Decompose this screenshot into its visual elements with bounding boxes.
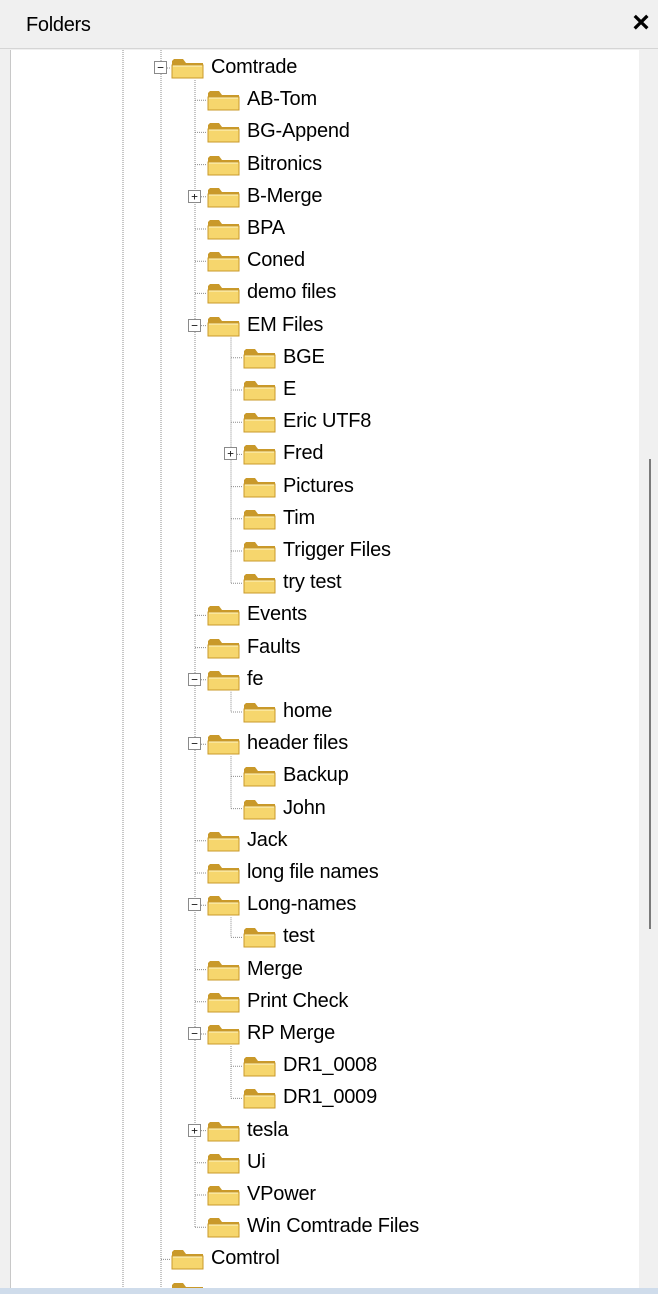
folder-label: RP Merge [247, 1022, 336, 1044]
folder-label: tesla [247, 1118, 289, 1141]
folder-label: Tim [283, 506, 315, 529]
folder-label: Comtrade [211, 56, 298, 78]
folder-icon [207, 1151, 241, 1175]
folder-icon [243, 764, 277, 788]
folder-icon [207, 958, 241, 982]
folder-icon [243, 507, 277, 531]
folder-icon [207, 1022, 241, 1046]
folder-tree[interactable]: Comtrade − AB-Tom BG-Append Bitronics B-Merge… [10, 50, 639, 1288]
folder-icon [243, 797, 277, 821]
folder-icon [207, 636, 241, 660]
folder-icon [243, 571, 277, 595]
folder-icon [207, 314, 241, 338]
folder-icon [207, 281, 241, 305]
pane-header: Folders × [0, 0, 658, 49]
folder-label: BGE [283, 345, 325, 368]
folder-label: DR1_0009 [283, 1086, 378, 1109]
folder-label: Pictures [283, 474, 354, 497]
folder-label: Ui [247, 1150, 266, 1173]
folder-icon [207, 1215, 241, 1239]
scrollbar-thumb[interactable] [649, 458, 651, 929]
folder-label: demo files [247, 281, 337, 304]
folder-icon [207, 217, 241, 241]
folder-icon [207, 120, 241, 144]
folder-label: John [283, 796, 326, 819]
folder-label: BPA [247, 217, 285, 239]
folder-label: B-Merge [247, 184, 323, 207]
folder-icon [207, 185, 241, 209]
folder-icon [207, 829, 241, 853]
expand-toggle-icon[interactable]: + [224, 447, 237, 461]
folder-label: Eric UTF8 [283, 410, 372, 433]
folder-label: Print Check [247, 989, 349, 1012]
folder-icon [207, 1119, 241, 1143]
folder-icon [207, 88, 241, 112]
folder-label: Events [247, 603, 307, 626]
collapse-toggle-icon[interactable]: − [154, 61, 167, 74]
folder-icon [207, 990, 241, 1014]
folder-icon [207, 861, 241, 885]
folder-icon [243, 539, 277, 563]
folder-label: Bitronics [247, 152, 322, 175]
folder-label: try test [283, 571, 342, 594]
folder-label: Coned [247, 249, 305, 272]
collapse-toggle-icon[interactable]: − [188, 672, 201, 686]
folder-label: fe [247, 667, 264, 690]
folder-label: DR1_0008 [283, 1054, 378, 1077]
folder-label: Jack [247, 828, 288, 851]
folder-icon [207, 732, 241, 756]
folder-icon [243, 475, 277, 499]
close-icon[interactable]: × [626, 6, 656, 40]
folder-icon [243, 410, 277, 434]
folder-icon [207, 249, 241, 273]
folder-label: Backup [283, 764, 349, 787]
folder-icon [171, 1280, 205, 1288]
folder-label: AB-Tom [247, 88, 317, 111]
expand-toggle-icon[interactable]: + [188, 189, 201, 203]
folder-label: Merge [247, 957, 303, 980]
folder-icon [243, 346, 277, 370]
collapse-toggle-icon[interactable]: − [188, 737, 201, 751]
folders-pane: Folders × Comtrade − AB-Tom BG-Append Bitron… [0, 0, 658, 1288]
folder-icon [243, 378, 277, 402]
folder-icon [207, 1183, 241, 1207]
folder-label: VPower [247, 1183, 316, 1205]
folder-label: Long-names [247, 893, 357, 916]
folder-label: long file names [247, 861, 379, 883]
folder-label: Comtrol [211, 1247, 280, 1270]
vertical-scrollbar[interactable] [640, 50, 658, 1288]
collapse-toggle-icon[interactable]: − [188, 898, 201, 912]
folder-icon [171, 56, 205, 80]
collapse-toggle-icon[interactable]: − [188, 318, 201, 332]
folder-icon [243, 925, 277, 949]
folder-icon [207, 603, 241, 627]
folder-icon [171, 1247, 205, 1271]
folder-icon [207, 668, 241, 692]
folder-icon [243, 1086, 277, 1110]
expand-toggle-icon[interactable]: + [188, 1123, 201, 1137]
folder-icon [243, 700, 277, 724]
folder-label: Trigger Files [283, 539, 391, 561]
folder-icon [243, 442, 277, 466]
folder-label: BG-Append [247, 120, 350, 143]
pane-title: Folders [26, 14, 91, 36]
folder-label: EM Files [247, 313, 324, 336]
folder-label: Fred [283, 442, 324, 465]
collapse-toggle-icon[interactable]: − [188, 1027, 201, 1040]
window-bottom-edge [0, 1288, 658, 1294]
folder-icon [207, 893, 241, 917]
folder-icon [243, 1054, 277, 1078]
folder-label: Win Comtrade Files [247, 1215, 419, 1238]
folder-label: home [283, 700, 333, 722]
folder-icon [207, 153, 241, 177]
folder-label: header files [247, 732, 348, 755]
folder-label: test [283, 925, 315, 948]
folder-label: Faults [247, 635, 301, 658]
folder-label: E [283, 378, 297, 400]
